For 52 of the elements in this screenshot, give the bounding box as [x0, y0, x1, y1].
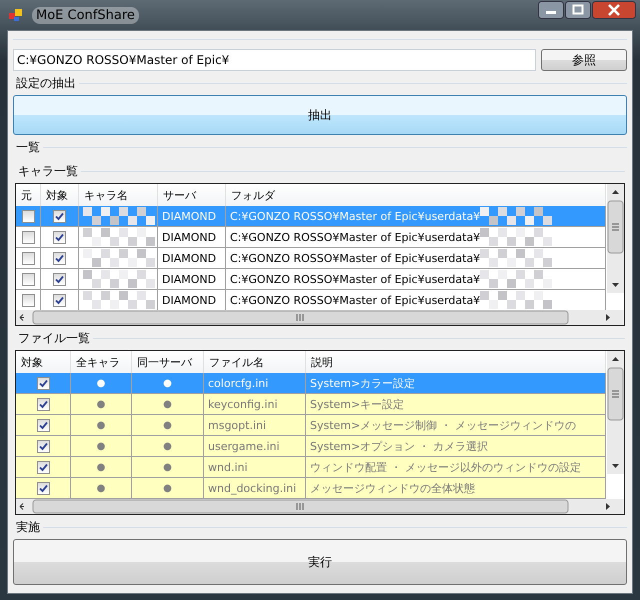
extract-button[interactable]: 抽出: [13, 95, 627, 135]
section-label: キャラ一覧: [17, 162, 79, 180]
checkbox[interactable]: [36, 482, 50, 494]
vertical-scrollbar[interactable]: [607, 351, 624, 474]
table-row[interactable]: DIAMOND C:¥GONZO ROSSO¥Master of Epic¥userdata¥: [16, 227, 606, 248]
horizontal-scrollbar[interactable]: [16, 499, 623, 514]
table-row[interactable]: DIAMOND C:¥GONZO ROSSO¥Master of Epic¥userdata¥: [16, 248, 606, 269]
close-icon[interactable]: [592, 1, 636, 19]
blurred-text: [83, 207, 155, 225]
browse-button[interactable]: 参照: [541, 49, 627, 71]
table-cell: C:¥GONZO ROSSO¥Master of Epic¥userdata¥: [230, 294, 480, 306]
table-cell: C:¥GONZO ROSSO¥Master of Epic¥userdata¥: [230, 210, 480, 222]
checkbox[interactable]: [53, 272, 66, 286]
table-row[interactable]: ● ● wnd_docking.ini メッセージウィンドウの全体状態: [16, 478, 606, 499]
blurred-text: [83, 249, 155, 267]
checkbox[interactable]: [53, 230, 66, 244]
table-row[interactable]: DIAMOND C:¥GONZO ROSSO¥Master of Epic¥userdata¥: [16, 269, 606, 290]
vertical-scrollbar[interactable]: [607, 184, 624, 293]
checkbox[interactable]: [22, 272, 34, 286]
checkbox[interactable]: [53, 294, 66, 306]
checkbox[interactable]: [22, 230, 34, 244]
table-row[interactable]: ● ● keyconfig.ini System>キー設定: [16, 394, 606, 415]
table-cell: C:¥GONZO ROSSO¥Master of Epic¥userdata¥: [230, 252, 480, 264]
horizontal-scrollbar[interactable]: [16, 310, 623, 325]
section-label: 一覧: [15, 138, 41, 156]
checkbox[interactable]: [36, 460, 50, 474]
section-label: 設定の抽出: [15, 74, 77, 92]
table-cell: C:¥GONZO ROSSO¥Master of Epic¥userdata¥: [230, 230, 480, 244]
checkbox[interactable]: [36, 398, 50, 410]
app-icon: [8, 7, 24, 23]
checkbox[interactable]: [36, 418, 50, 432]
checkbox[interactable]: [36, 440, 50, 452]
checkbox[interactable]: [36, 376, 50, 390]
blurred-text: [83, 228, 155, 246]
table-cell: C:¥GONZO ROSSO¥Master of Epic¥userdata¥: [230, 272, 480, 286]
table-row[interactable]: ● ● wnd.ini ウィンドウ配置 ・ メッセージ以外のウィンドウの設定: [16, 457, 606, 478]
table-row[interactable]: ● ● msgopt.ini System>メッセージ制御 ・ メッセージウィンドウの: [16, 415, 606, 436]
checkbox[interactable]: [22, 252, 34, 264]
blurred-text: [83, 270, 155, 288]
minimize-icon[interactable]: [538, 1, 564, 19]
table-row[interactable]: ● ● usergame.ini System>オプション ・ カメラ選択: [16, 436, 606, 457]
blurred-text: [83, 291, 155, 309]
run-button[interactable]: 実行: [13, 539, 627, 585]
section-label: 実施: [15, 518, 41, 536]
path-field[interactable]: C:¥GONZO ROSSO¥Master of Epic¥: [13, 49, 536, 71]
maximize-icon[interactable]: [565, 1, 591, 19]
section-label: ファイル一覧: [17, 330, 91, 346]
checkbox[interactable]: [53, 252, 66, 264]
checkbox[interactable]: [53, 210, 66, 222]
checkbox[interactable]: [22, 294, 34, 306]
checkbox[interactable]: [22, 210, 34, 222]
window-title: MoE ConfShare: [32, 6, 139, 24]
